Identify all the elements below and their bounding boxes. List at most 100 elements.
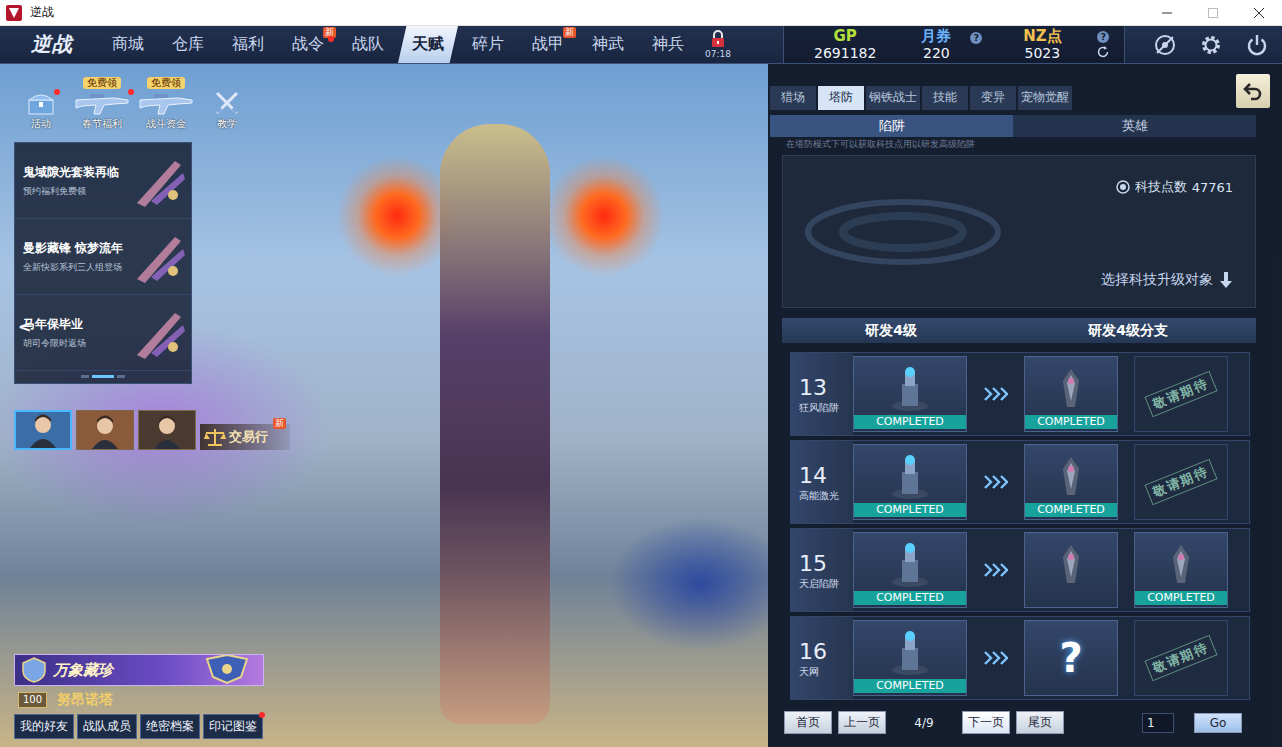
event-banner[interactable]: < 马年保毕业 胡司令限时返场 [15,295,191,371]
coming-soon-slot: 敬请期待 [1134,444,1228,520]
carousel-prev-button[interactable]: < [18,317,31,336]
trophy-icon [197,655,257,685]
mode-tab[interactable]: 塔防 [818,86,864,110]
trap-slot[interactable]: COMPLETED [853,356,967,432]
lobby: 活动免费领 春节福利免费领 战斗资金 教学 鬼域隙光套装再临 预约福利免费领 曼… [0,64,1282,747]
mode-tab[interactable]: 变异 [970,86,1016,110]
trade-label: 交易行 [229,428,268,446]
social-button[interactable]: 绝密档案 [140,714,200,739]
banner-text: 马年保毕业 胡司令限时返场 [23,317,131,349]
promo-banner[interactable]: 万象藏珍 [14,654,264,686]
currency-amount: 月券 220 [906,28,966,61]
row-number: 16 [799,639,853,665]
unknown-slot[interactable]: ? [1024,620,1118,696]
coming-soon-stamp: 敬请期待 [1144,635,1217,682]
activity-entry[interactable]: 免费领 战斗资金 [136,77,196,130]
completed-label: COMPLETED [854,503,966,517]
nav-item[interactable]: 福利 [218,26,278,63]
nav-item[interactable]: 神武 [578,26,638,63]
branch-slot[interactable]: COMPLETED [1024,444,1118,520]
branch-cells: ? 敬请期待 [1024,620,1228,696]
event-banner[interactable]: 鬼域隙光套装再临 预约福利免费领 [15,143,191,219]
platform-icon [803,192,1003,272]
trap-icon [885,364,935,414]
mode-tab[interactable]: 猎场 [770,86,816,110]
unknown-mark: ? [1059,635,1082,681]
category-tabs: 陷阱英雄 [770,115,1256,137]
prev-page-button[interactable]: 上一页 [838,711,886,734]
social-button[interactable]: 印记图鉴 [203,714,263,739]
squad-avatar[interactable] [14,410,72,450]
social-button[interactable]: 我的好友 [14,714,74,739]
first-page-button[interactable]: 首页 [784,711,832,734]
completed-label: COMPLETED [854,679,966,693]
network-icon[interactable] [1153,33,1177,57]
event-banner[interactable]: 曼影藏锋 惊梦流年 全新快影系列三人组登场 [15,219,191,295]
minimize-button[interactable] [1144,0,1190,25]
social-button-label: 我的好友 [20,719,68,733]
page-input[interactable]: 1 [1142,713,1174,733]
category-tab[interactable]: 英雄 [1013,115,1256,137]
nav-label: 神兵 [652,34,684,55]
completed-label: COMPLETED [854,415,966,429]
player-info[interactable]: 100 努昂诺塔 [14,691,314,709]
help-button[interactable]: ? [1097,31,1109,43]
back-button[interactable] [1236,74,1270,108]
branch-slot[interactable]: COMPLETED [1134,532,1228,608]
help-button[interactable]: ? [970,32,982,44]
refresh-icon[interactable] [1096,45,1110,59]
maximize-button[interactable] [1190,0,1236,25]
portrait-icon [28,412,58,448]
down-arrow-icon [1219,272,1233,288]
nav-item[interactable]: 战令 新 [278,26,338,63]
squad-avatar[interactable] [76,410,134,450]
social-button-label: 绝密档案 [146,719,194,733]
branch-trap-icon [1051,367,1091,411]
branch-slot[interactable]: COMPLETED [1024,356,1118,432]
trap-slot[interactable]: COMPLETED [853,532,967,608]
game-logo[interactable]: 逆战 [0,26,98,63]
category-tab[interactable]: 陷阱 [770,115,1013,137]
close-button[interactable] [1236,0,1282,25]
lock-timer[interactable]: 07:18 [698,26,738,63]
squad-avatar[interactable] [138,410,196,450]
activity-entry[interactable]: 活动 [14,89,68,130]
nav-item[interactable]: 碎片 [458,26,518,63]
carousel-dot[interactable] [92,375,114,378]
social-button[interactable]: 战队成员 [77,714,137,739]
close-icon [1254,8,1264,18]
mode-tab[interactable]: 钢铁战士 [866,86,920,110]
next-page-button[interactable]: 下一页 [962,711,1010,734]
go-button[interactable]: Go [1194,713,1242,733]
trap-slot[interactable]: COMPLETED [853,620,967,696]
system-icons [1125,26,1282,63]
column-header: 研发4级 [782,322,1000,340]
nav-item[interactable]: 战甲 新 [518,26,578,63]
nav-item[interactable]: 战队 [338,26,398,63]
branch-slot[interactable] [1024,532,1118,608]
activity-label: 教学 [217,117,237,130]
activity-label: 战斗资金 [146,117,186,130]
mode-tab[interactable]: 宠物觉醒 [1018,86,1072,110]
trade-button[interactable]: 交易行 新 [200,424,290,450]
tech-points-value: 47761 [1192,180,1233,195]
activity-entry[interactable]: 免费领 春节福利 [72,77,132,130]
banner-weapon-icon [131,305,187,361]
coming-soon-slot: 敬请期待 [1134,620,1228,696]
power-icon[interactable] [1245,33,1269,57]
nav-item[interactable]: 神兵 [638,26,698,63]
carousel-dot[interactable] [81,375,89,378]
activity-entry[interactable]: 教学 [200,89,254,130]
talent-panel: 猎场塔防钢铁战士技能变异宠物觉醒 陷阱英雄 在塔防模式下可以获取科技点用以研发高… [768,64,1282,747]
carousel-dot[interactable] [117,375,125,378]
last-page-button[interactable]: 尾页 [1016,711,1064,734]
gear-icon[interactable] [1199,33,1223,57]
nav-item[interactable]: 商城 [98,26,158,63]
nav-item[interactable]: 仓库 [158,26,218,63]
branch-trap-icon [1161,543,1201,587]
nav-item[interactable]: 天赋 [398,26,458,63]
squad-row: 交易行 新 [14,410,314,450]
trap-slot[interactable]: COMPLETED [853,444,967,520]
social-button-label: 战队成员 [83,719,131,733]
mode-tab[interactable]: 技能 [922,86,968,110]
